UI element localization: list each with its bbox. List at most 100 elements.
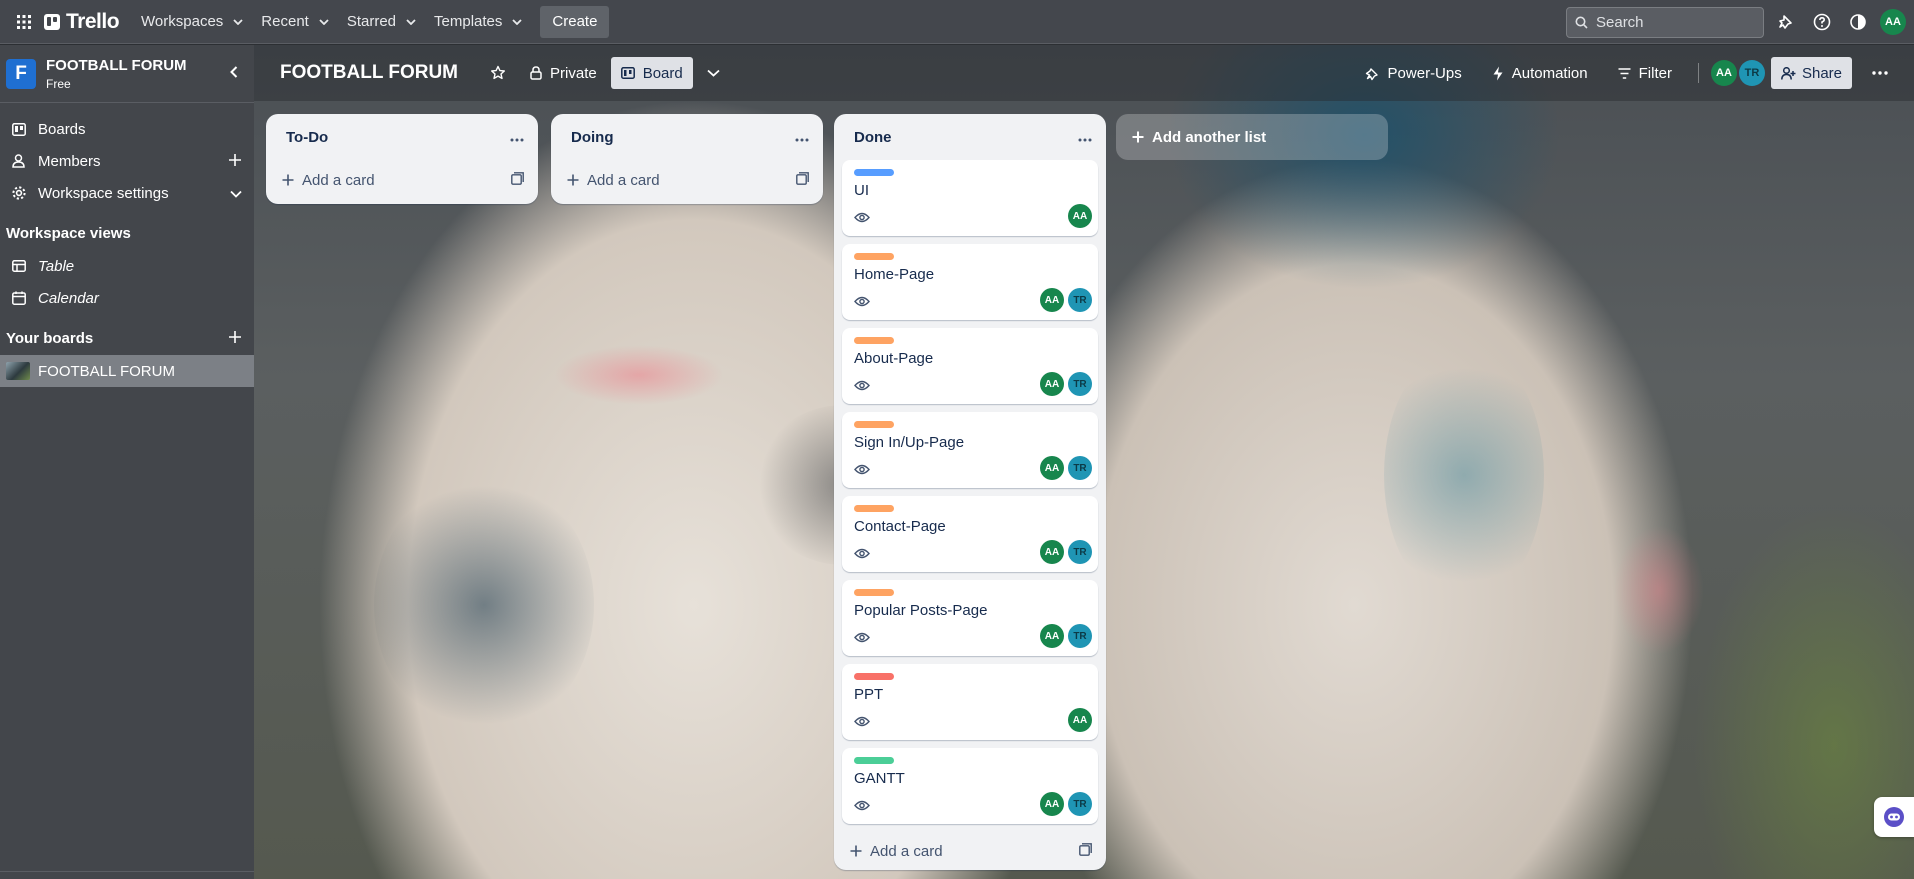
member-avatar[interactable]: TR xyxy=(1738,60,1765,86)
list-menu-icon[interactable] xyxy=(510,129,524,146)
member-avatar[interactable]: TR xyxy=(1068,456,1092,480)
starred-menu[interactable]: Starred xyxy=(337,0,424,44)
add-member-icon[interactable] xyxy=(228,153,242,171)
member-avatar[interactable]: TR xyxy=(1068,540,1092,564)
app-switcher-icon[interactable] xyxy=(8,6,40,38)
collapse-sidebar-button[interactable] xyxy=(230,65,238,81)
trello-board-icon xyxy=(12,122,28,136)
power-ups-button[interactable]: Power-Ups xyxy=(1355,57,1472,89)
user-avatar[interactable]: AA xyxy=(1880,9,1906,35)
sidebar-item-workspace-settings[interactable]: Workspace settings xyxy=(0,177,254,209)
sidebar-item-table[interactable]: Table xyxy=(0,250,254,282)
member-avatar[interactable]: TR xyxy=(1068,372,1092,396)
person-icon xyxy=(12,154,28,168)
list-to-do[interactable]: To-Do Add a card xyxy=(266,114,538,204)
card-label-color[interactable] xyxy=(854,421,894,428)
member-avatar[interactable]: TR xyxy=(1068,624,1092,648)
member-avatar[interactable]: AA xyxy=(1040,456,1064,480)
background-photo-accent xyxy=(374,475,594,735)
create-from-template-icon[interactable] xyxy=(796,171,809,189)
help-icon[interactable] xyxy=(1808,8,1836,36)
member-avatar[interactable]: TR xyxy=(1068,792,1092,816)
lightning-icon xyxy=(1493,66,1503,80)
card[interactable]: Home-Page AA TR xyxy=(842,244,1098,320)
member-avatar[interactable]: AA xyxy=(1040,792,1064,816)
board-view-button[interactable]: Board xyxy=(610,57,693,89)
chevron-down-icon[interactable] xyxy=(230,185,242,202)
filter-label: Filter xyxy=(1638,64,1672,82)
visibility-button[interactable]: Private xyxy=(520,57,607,89)
theme-toggle-icon[interactable] xyxy=(1844,8,1872,36)
workspace-header[interactable]: F FOOTBALL FORUM Free xyxy=(0,45,254,103)
board-title[interactable]: FOOTBALL FORUM xyxy=(280,62,458,84)
card-label-color[interactable] xyxy=(854,337,894,344)
create-from-template-icon[interactable] xyxy=(511,171,524,189)
board-header: FOOTBALL FORUM Private Board Power-Ups A… xyxy=(254,45,1914,101)
card-label-color[interactable] xyxy=(854,169,894,176)
automation-button[interactable]: Automation xyxy=(1482,57,1598,89)
star-board-button[interactable] xyxy=(480,57,516,89)
member-avatar[interactable]: AA xyxy=(1068,708,1092,732)
sidebar-item-members[interactable]: Members xyxy=(0,145,254,177)
search-input[interactable]: Search xyxy=(1566,6,1764,38)
list-doing[interactable]: Doing Add a card xyxy=(551,114,823,204)
list-title[interactable]: To-Do xyxy=(286,129,328,146)
list-menu-icon[interactable] xyxy=(795,129,809,146)
list-title[interactable]: Done xyxy=(854,129,892,146)
workspace-plan: Free xyxy=(46,76,71,91)
list-done[interactable]: Done UI AA Home-Page AA TR About-Page AA TR Sign… xyxy=(834,114,1106,870)
chevron-down-icon xyxy=(233,18,243,25)
add-card-button[interactable]: Add a card xyxy=(282,172,375,189)
trello-logo[interactable]: Trello xyxy=(44,10,120,34)
visibility-label: Private xyxy=(550,64,597,82)
card-label-color[interactable] xyxy=(854,589,894,596)
watching-eye-icon xyxy=(854,630,870,646)
share-button[interactable]: Share xyxy=(1770,57,1852,89)
workspaces-menu[interactable]: Workspaces xyxy=(131,0,251,44)
list-menu-icon[interactable] xyxy=(1078,129,1092,146)
add-board-icon[interactable] xyxy=(228,330,242,348)
card-label-color[interactable] xyxy=(854,673,894,680)
card[interactable]: PPT AA xyxy=(842,664,1098,740)
templates-menu[interactable]: Templates xyxy=(424,0,530,44)
member-avatar[interactable]: AA xyxy=(1040,372,1064,396)
atlassian-assistant-button[interactable] xyxy=(1874,797,1914,837)
list-header: Doing xyxy=(551,114,823,160)
card-label-color[interactable] xyxy=(854,757,894,764)
notifications-icon[interactable] xyxy=(1772,8,1800,36)
create-from-template-icon[interactable] xyxy=(1079,842,1092,860)
recent-menu[interactable]: Recent xyxy=(251,0,337,44)
card[interactable]: About-Page AA TR xyxy=(842,328,1098,404)
card-title: Popular Posts-Page xyxy=(854,602,988,619)
card[interactable]: Popular Posts-Page AA TR xyxy=(842,580,1098,656)
create-button[interactable]: Create xyxy=(540,5,610,38)
more-horizontal-icon xyxy=(1872,71,1888,75)
sidebar-item-calendar[interactable]: Calendar xyxy=(0,282,254,314)
sidebar-board-football-forum[interactable]: FOOTBALL FORUM xyxy=(0,355,254,387)
board-menu-button[interactable] xyxy=(1862,57,1898,89)
add-card-button[interactable]: Add a card xyxy=(567,172,660,189)
list-header: To-Do xyxy=(266,114,538,160)
member-avatar[interactable]: AA xyxy=(1040,624,1064,648)
card[interactable]: Contact-Page AA TR xyxy=(842,496,1098,572)
sidebar-item-boards[interactable]: Boards xyxy=(0,113,254,145)
recent-menu-label: Recent xyxy=(261,13,309,30)
card[interactable]: UI AA xyxy=(842,160,1098,236)
member-avatar[interactable]: AA xyxy=(1068,204,1092,228)
filter-button[interactable]: Filter xyxy=(1608,57,1682,89)
card-label-color[interactable] xyxy=(854,253,894,260)
member-avatar[interactable]: AA xyxy=(1040,288,1064,312)
list-title[interactable]: Doing xyxy=(571,129,614,146)
member-avatar[interactable]: AA xyxy=(1710,60,1737,86)
card[interactable]: Sign In/Up-Page AA TR xyxy=(842,412,1098,488)
member-avatar[interactable]: AA xyxy=(1040,540,1064,564)
switch-view-button[interactable] xyxy=(697,57,730,89)
card-label-color[interactable] xyxy=(854,505,894,512)
power-ups-label: Power-Ups xyxy=(1387,64,1462,82)
member-avatar[interactable]: TR xyxy=(1068,288,1092,312)
add-card-button[interactable]: Add a card xyxy=(850,843,943,860)
card[interactable]: GANTT AA TR xyxy=(842,748,1098,824)
table-icon xyxy=(12,260,28,272)
gear-icon xyxy=(12,186,28,200)
add-list-button[interactable]: Add another list xyxy=(1116,114,1388,160)
